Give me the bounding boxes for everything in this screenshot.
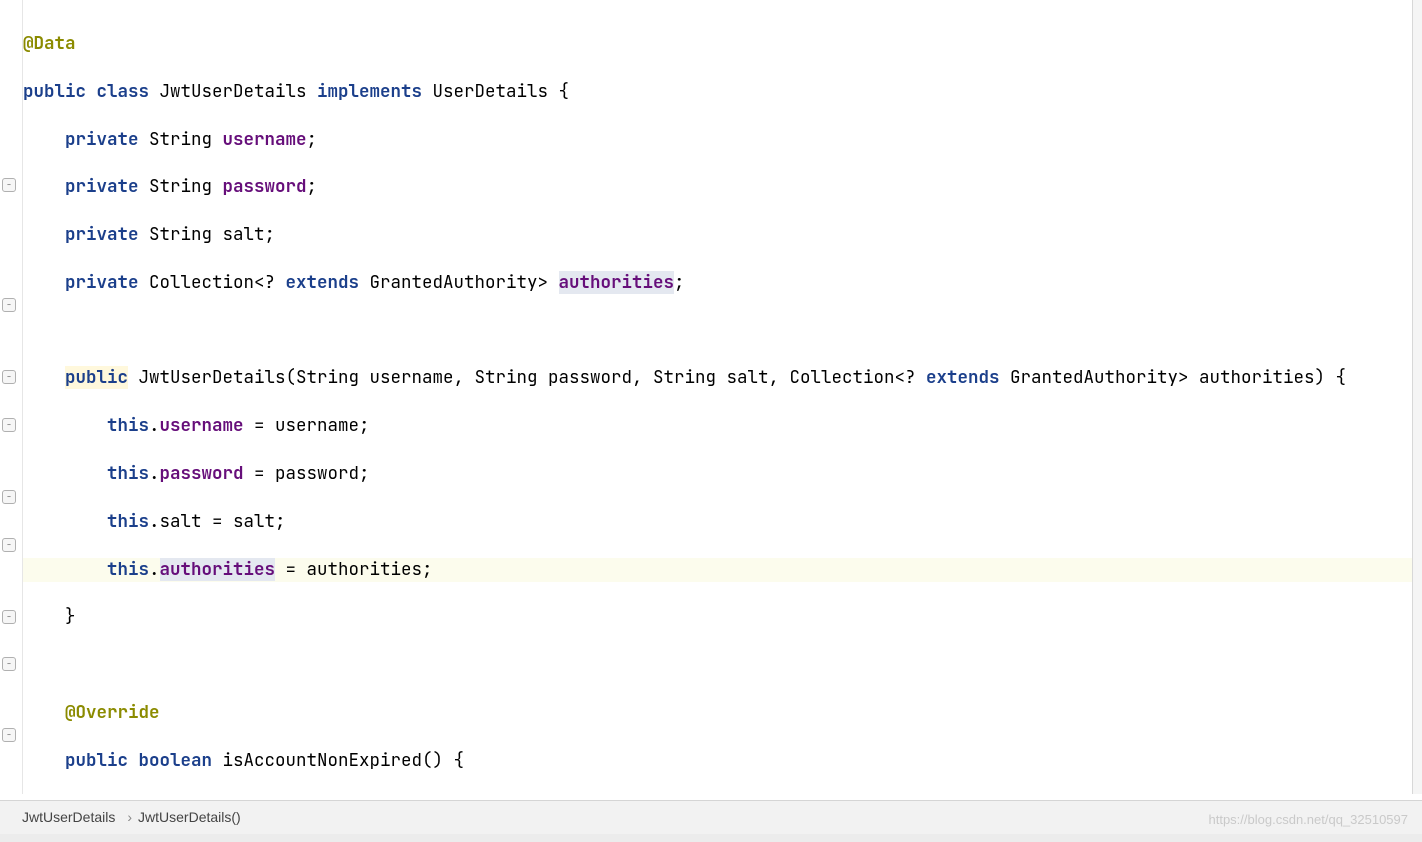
fold-toggle-icon[interactable] (2, 490, 16, 504)
code-line[interactable]: this.username = username; (23, 414, 1422, 438)
fold-toggle-icon[interactable] (2, 178, 16, 192)
watermark: https://blog.csdn.net/qq_32510597 (1209, 808, 1409, 832)
code-line[interactable]: private String salt; (23, 223, 1422, 247)
code-line[interactable]: private String password; (23, 175, 1422, 199)
code-line[interactable]: @Data (23, 32, 1422, 56)
fold-toggle-icon[interactable] (2, 657, 16, 671)
fold-toggle-icon[interactable] (2, 298, 16, 312)
code-line[interactable]: public class JwtUserDetails implements U… (23, 80, 1422, 104)
code-line[interactable]: private String username; (23, 128, 1422, 152)
code-line[interactable]: public boolean isAccountNonExpired() { (23, 749, 1422, 773)
fold-toggle-icon[interactable] (2, 370, 16, 384)
code-line[interactable]: private Collection<? extends GrantedAuth… (23, 271, 1422, 295)
breadcrumb-item[interactable]: JwtUserDetails (22, 806, 115, 830)
code-area[interactable]: @Data public class JwtUserDetails implem… (23, 0, 1422, 794)
code-line[interactable]: @Override (23, 701, 1422, 725)
highlighted-identifier: authorities (160, 558, 276, 581)
fold-toggle-icon[interactable] (2, 538, 16, 552)
fold-toggle-icon[interactable] (2, 610, 16, 624)
annotation: @Data (23, 32, 76, 55)
editor-container: @Data public class JwtUserDetails implem… (0, 0, 1422, 794)
current-line[interactable]: this.authorities = authorities; (23, 558, 1422, 582)
code-line[interactable] (23, 319, 1422, 343)
tool-window-bar[interactable] (0, 834, 1422, 842)
code-line[interactable]: this.password = password; (23, 462, 1422, 486)
chevron-right-icon: › (127, 806, 132, 830)
highlighted-identifier: authorities (559, 271, 675, 294)
fold-toggle-icon[interactable] (2, 418, 16, 432)
breadcrumb-item[interactable]: JwtUserDetails() (138, 806, 241, 830)
code-line[interactable]: } (23, 605, 1422, 629)
code-line[interactable]: public JwtUserDetails(String username, S… (23, 366, 1422, 390)
fold-toggle-icon[interactable] (2, 728, 16, 742)
gutter[interactable] (0, 0, 23, 794)
marker-bar[interactable] (1412, 0, 1422, 794)
code-line[interactable]: this.salt = salt; (23, 510, 1422, 534)
code-line[interactable] (23, 653, 1422, 677)
